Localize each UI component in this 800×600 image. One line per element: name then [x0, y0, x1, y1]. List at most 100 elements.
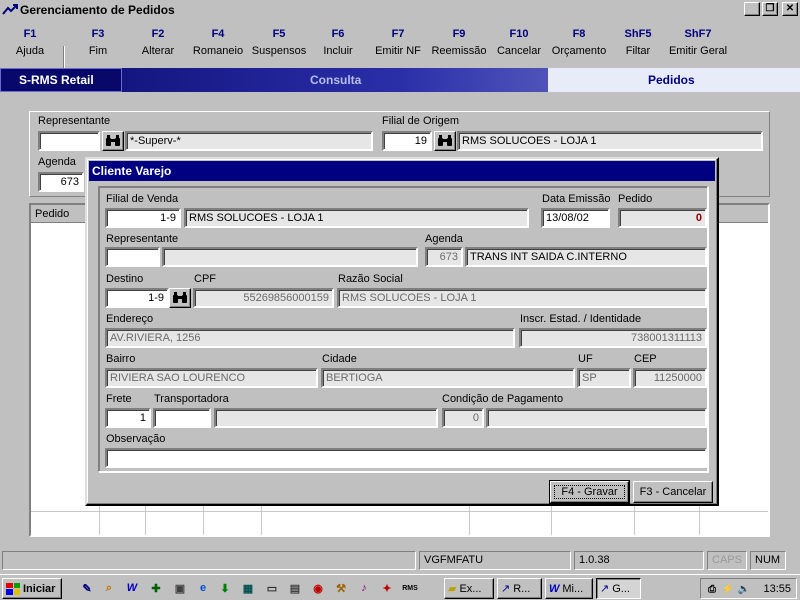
f1-help-button[interactable]: F1 Ajuda: [5, 22, 55, 66]
minimize-button[interactable]: _: [744, 2, 760, 17]
fkey-code: F8: [572, 28, 586, 40]
destino-search-button[interactable]: [169, 288, 191, 308]
start-label: Iniciar: [23, 582, 56, 595]
cliente-varejo-dialog: Cliente Varejo Filial de Venda 1-9 RMS S…: [85, 157, 719, 506]
fkey-label: Emitir Geral: [668, 45, 728, 57]
close-button[interactable]: ✕: [782, 2, 798, 16]
destino-code-input[interactable]: 1-9: [105, 288, 169, 308]
task-label: R...: [513, 582, 531, 595]
brand-label: S-RMS Retail: [0, 68, 122, 92]
agenda-name-field: TRANS INT SAIDA C.INTERNO: [465, 247, 707, 267]
binoculars-icon: [173, 292, 187, 303]
razao-social-label: Razão Social: [338, 273, 403, 285]
system-tray: ⎙ ⚡ 🔈 13:55: [700, 578, 797, 599]
quicklaunch-tools-icon[interactable]: ⚒: [333, 580, 349, 596]
fkey-label: Ajuda: [15, 45, 45, 57]
observacao-input[interactable]: [105, 448, 707, 468]
f8-budget-button[interactable]: F8 Orçamento: [549, 22, 609, 66]
f2-edit-button[interactable]: F2 Alterar: [132, 22, 184, 66]
status-caps: CAPS: [707, 551, 747, 570]
start-button[interactable]: Iniciar: [2, 578, 62, 599]
quicklaunch-network-icon[interactable]: ▣: [172, 580, 188, 596]
inscr-estadual-label: Inscr. Estad. / Identidade: [520, 313, 642, 325]
filial-venda-label: Filial de Venda: [106, 193, 179, 205]
quicklaunch-vb-icon[interactable]: ✦: [379, 580, 395, 596]
filial-venda-code-input[interactable]: 1-9: [105, 208, 181, 228]
f4-romaneio-button[interactable]: F4 Romaneio: [190, 22, 246, 66]
quicklaunch-download-icon[interactable]: ⬇: [217, 580, 233, 596]
filial-venda-name-field: RMS SOLUCOES - LOJA 1: [184, 208, 529, 228]
f10-cancel-button[interactable]: F10 Cancelar: [494, 22, 544, 66]
quicklaunch-monitor-icon[interactable]: ▭: [264, 580, 280, 596]
f5-suspended-button[interactable]: F5 Suspensos: [249, 22, 309, 66]
quicklaunch-internet-explorer-icon[interactable]: e: [195, 580, 211, 596]
save-button-label: F4 - Gravar: [554, 485, 625, 499]
representante-code-input[interactable]: [38, 131, 100, 151]
fkey-code: F4: [211, 28, 225, 40]
filial-origem-search-button[interactable]: [434, 131, 456, 151]
f6-include-button[interactable]: F6 Incluir: [316, 22, 360, 66]
fkey-label: Cancelar: [496, 45, 542, 57]
inscr-estadual-field: 738001311113: [519, 328, 707, 348]
quicklaunch-rms-icon[interactable]: RMS: [402, 580, 418, 596]
pedido-label: Pedido: [618, 193, 653, 205]
transportadora-code-input[interactable]: [153, 408, 211, 428]
observacao-label: Observação: [106, 433, 166, 445]
quicklaunch-terminal-icon[interactable]: ▤: [287, 580, 303, 596]
save-button[interactable]: F4 - Gravar: [549, 480, 630, 504]
taskbar-item-explorer[interactable]: ▰ Ex...: [444, 578, 494, 599]
representante-label: Representante: [38, 115, 111, 127]
quicklaunch-media-icon[interactable]: ♪: [356, 580, 372, 596]
data-emissao-input[interactable]: 13/08/02: [541, 208, 610, 228]
bairro-field: RIVIERA SAO LOURENCO: [105, 368, 318, 388]
filial-origem-code-input[interactable]: 19: [382, 131, 432, 151]
tray-speaker-icon[interactable]: 🔈: [737, 582, 751, 596]
condicao-pagamento-name-field: [486, 408, 707, 428]
task-label: Mi...: [562, 582, 584, 595]
status-program: VGFMFATU: [419, 551, 571, 570]
quicklaunch-globe-icon[interactable]: ◉: [310, 580, 326, 596]
quicklaunch-search-icon[interactable]: ⌕: [101, 580, 117, 596]
transportadora-name-field: [214, 408, 438, 428]
quicklaunch-notepad-icon[interactable]: ✎: [79, 580, 95, 596]
fkey-code: F6: [331, 28, 345, 40]
tray-printer-icon[interactable]: ⎙: [705, 582, 719, 596]
agenda-label: Agenda: [425, 233, 463, 245]
f7-emit-nf-button[interactable]: F7 Emitir NF: [372, 22, 424, 66]
frete-input[interactable]: 1: [105, 408, 151, 428]
uf-label: UF: [578, 353, 593, 365]
cep-label: CEP: [634, 353, 657, 365]
window-title-bar: Gerenciamento de Pedidos _ ❐ ✕: [0, 0, 800, 19]
quicklaunch-word-icon[interactable]: W: [124, 580, 140, 596]
representante-search-button[interactable]: [102, 131, 124, 151]
restore-button[interactable]: ❐: [762, 2, 778, 16]
quicklaunch-app-icon[interactable]: ✚: [148, 580, 164, 596]
bairro-label: Bairro: [106, 353, 136, 365]
folder-icon: ▰: [448, 583, 457, 595]
section-label: Pedidos: [548, 68, 800, 92]
taskbar-item-gerenciamento[interactable]: ↗ G...: [596, 578, 641, 599]
pedido-number-field: 0: [618, 208, 707, 228]
grid-row-line: [31, 511, 768, 512]
tray-clock[interactable]: 13:55: [763, 583, 791, 595]
rms-arrow-icon: ↗: [600, 583, 610, 595]
word-icon: W: [549, 582, 560, 595]
shf5-filter-button[interactable]: ShF5 Filtar: [616, 22, 660, 66]
binoculars-icon: [106, 135, 120, 146]
quicklaunch-grid-icon[interactable]: ▦: [240, 580, 256, 596]
taskbar-item-word[interactable]: W Mi...: [545, 578, 593, 599]
agenda-input[interactable]: 673: [38, 172, 84, 192]
f9-reissue-button[interactable]: F9 Reemissão: [429, 22, 489, 66]
fkey-label: Romaneio: [192, 45, 244, 57]
f3-exit-button[interactable]: F3 Fim: [73, 22, 123, 66]
cancel-button[interactable]: F3 - Cancelar: [633, 481, 713, 503]
task-label: Ex...: [459, 582, 482, 595]
shf7-emit-all-button[interactable]: ShF7 Emitir Geral: [666, 22, 730, 66]
fkey-label: Incluir: [323, 45, 353, 57]
razao-social-field: RMS SOLUCOES - LOJA 1: [337, 288, 707, 308]
tray-network-icon[interactable]: ⚡: [721, 582, 735, 596]
taskbar-item-rms[interactable]: ↗ R...: [497, 578, 542, 599]
representante-code-input[interactable]: [105, 247, 160, 267]
filial-origem-name-field: RMS SOLUCOES - LOJA 1: [457, 131, 763, 151]
destino-label: Destino: [106, 273, 144, 285]
